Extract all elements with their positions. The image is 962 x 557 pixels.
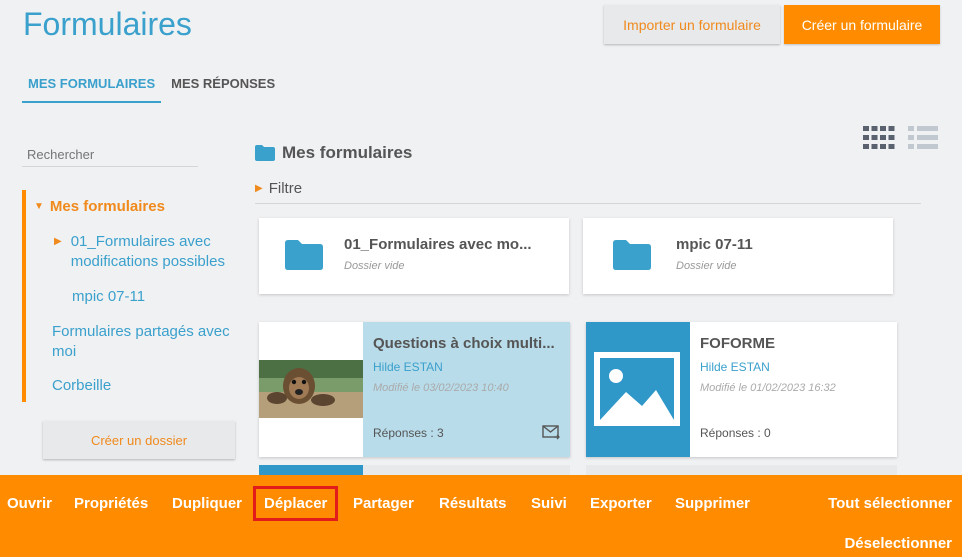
photo-thumbnail <box>259 322 363 457</box>
folder-name: 01_Formulaires avec mo... <box>344 236 532 253</box>
search-input[interactable] <box>22 143 198 167</box>
form-card[interactable]: Questions à choix multi... Hilde ESTAN M… <box>259 322 570 457</box>
mail-icon[interactable] <box>542 425 560 440</box>
grid-view-icon[interactable] <box>863 126 895 149</box>
form-responses: Réponses : 3 <box>373 426 444 440</box>
action-bar: Ouvrir Propriétés Dupliquer Déplacer Par… <box>0 475 962 557</box>
create-form-button[interactable]: Créer un formulaire <box>784 5 940 44</box>
form-thumbnail <box>586 322 690 457</box>
section-title: Mes formulaires <box>255 143 412 163</box>
image-placeholder-icon <box>586 322 690 457</box>
tree-item-trash[interactable]: Corbeille <box>52 377 111 394</box>
folder-status: Dossier vide <box>676 260 737 272</box>
folder-name: mpic 07-11 <box>676 236 753 253</box>
delete-button[interactable]: Supprimer <box>675 495 750 512</box>
tree-item-shared[interactable]: Formulaires partagés avec moi <box>52 322 247 362</box>
form-author: Hilde ESTAN <box>700 360 770 374</box>
folder-icon <box>285 240 323 270</box>
tree-item-label: 01_Formulaires avec modifications possib… <box>70 233 225 270</box>
form-thumbnail <box>259 465 363 475</box>
list-view-icon[interactable] <box>908 126 938 149</box>
folder-icon <box>255 145 275 161</box>
form-modified-date: Modifié le 01/02/2023 16:32 <box>700 382 836 394</box>
form-responses: Réponses : 0 <box>700 426 771 440</box>
duplicate-button[interactable]: Dupliquer <box>172 495 242 512</box>
tab-my-forms[interactable]: MES FORMULAIRES <box>22 74 162 103</box>
tree-item-my-forms[interactable]: ▼ Mes formulaires <box>34 198 165 215</box>
tree-item-folder-01[interactable]: ▶ 01_Formulaires avec modifications poss… <box>54 232 249 272</box>
create-folder-button[interactable]: Créer un dossier <box>43 421 235 459</box>
caret-right-icon: ▶ <box>255 183 263 194</box>
folder-card[interactable]: mpic 07-11 Dossier vide <box>583 218 893 294</box>
results-button[interactable]: Résultats <box>439 495 507 512</box>
tab-my-responses[interactable]: MES RÉPONSES <box>165 74 281 103</box>
form-title: FOFORME <box>700 335 775 352</box>
form-card-partial <box>259 465 570 475</box>
filter-toggle[interactable]: ▶ Filtre <box>255 180 921 204</box>
section-title-label: Mes formulaires <box>282 143 413 162</box>
caret-down-icon: ▼ <box>34 201 44 212</box>
tree-item-label: Mes formulaires <box>49 198 165 215</box>
caret-right-icon: ▶ <box>54 236 62 247</box>
page-title: Formulaires <box>23 6 192 42</box>
form-thumbnail <box>259 322 363 457</box>
tree-item-mpic[interactable]: mpic 07-11 <box>72 288 145 305</box>
form-card[interactable]: FOFORME Hilde ESTAN Modifié le 01/02/202… <box>586 322 897 457</box>
tabs: MES FORMULAIRES MES RÉPONSES <box>22 74 281 103</box>
folder-icon <box>613 240 651 270</box>
folder-status: Dossier vide <box>344 260 405 272</box>
form-modified-date: Modifié le 03/02/2023 10:40 <box>373 382 509 394</box>
move-button[interactable]: Déplacer <box>252 486 339 521</box>
folder-card[interactable]: 01_Formulaires avec mo... Dossier vide <box>259 218 569 294</box>
deselect-button[interactable]: Déselectionner <box>844 535 952 552</box>
select-all-button[interactable]: Tout sélectionner <box>828 495 952 512</box>
filter-label: Filtre <box>268 180 303 197</box>
import-form-button[interactable]: Importer un formulaire <box>604 5 780 44</box>
form-author: Hilde ESTAN <box>373 360 443 374</box>
export-button[interactable]: Exporter <box>590 495 652 512</box>
share-button[interactable]: Partager <box>353 495 414 512</box>
form-card-partial <box>586 465 897 475</box>
properties-button[interactable]: Propriétés <box>74 495 148 512</box>
tracking-button[interactable]: Suivi <box>531 495 567 512</box>
open-button[interactable]: Ouvrir <box>7 495 52 512</box>
folder-tree: ▼ Mes formulaires ▶ 01_Formulaires avec … <box>22 190 247 402</box>
form-title: Questions à choix multi... <box>373 335 555 352</box>
